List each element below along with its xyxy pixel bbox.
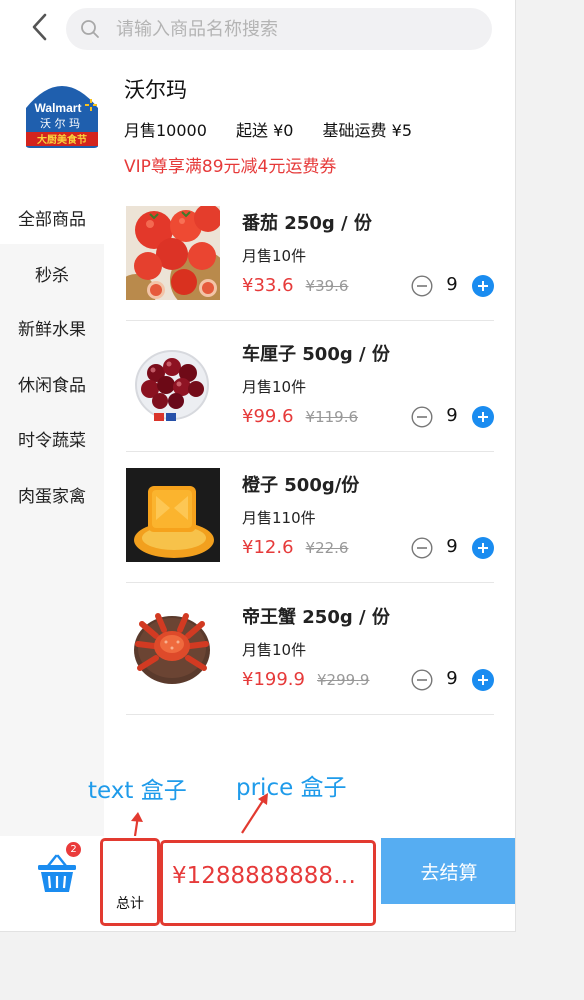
product-original-price: ¥299.9 [316, 671, 370, 689]
base-delivery-fee: 基础运费 ¥5 [322, 121, 412, 140]
search-bar[interactable] [66, 8, 492, 50]
product-item[interactable]: 车厘子 500g / 份 月售10件 ¥99.6 ¥119.6 9 [126, 321, 494, 452]
total-price-box: ¥1288888888888 [160, 840, 376, 926]
phone-screen: Walmart 沃 尔 玛 大厨美食节 沃尔玛 月售10000 起送 ¥0 基础… [0, 0, 516, 932]
decrease-quantity-button[interactable] [411, 275, 433, 297]
store-meta: 月售10000 起送 ¥0 基础运费 ¥5 [124, 117, 412, 141]
plus-circle-icon [472, 275, 494, 297]
minus-circle-icon [411, 275, 433, 297]
svg-text:沃 尔 玛: 沃 尔 玛 [40, 117, 80, 130]
total-price: ¥1288888888888 [172, 863, 362, 889]
orange-image [126, 468, 220, 562]
decrease-quantity-button[interactable] [411, 537, 433, 559]
plus-circle-icon [472, 406, 494, 428]
total-label: 总计 [116, 896, 144, 912]
product-item[interactable]: 帝王蟹 250g / 份 月售10件 ¥199.9 ¥299.9 9 [126, 584, 494, 715]
cart-count-badge: 2 [66, 842, 81, 857]
text-box-annotation: text 盒子 [88, 778, 187, 804]
minus-circle-icon [411, 537, 433, 559]
product-price: ¥199.9 [242, 669, 305, 690]
minus-circle-icon [411, 669, 433, 691]
category-flash-sale[interactable]: 秒杀 [0, 246, 104, 300]
cart-button[interactable] [36, 852, 82, 894]
product-name: 帝王蟹 250g / 份 [242, 607, 390, 628]
category-snacks[interactable]: 休闲食品 [0, 356, 104, 410]
increase-quantity-button[interactable] [472, 537, 494, 559]
product-original-price: ¥22.6 [305, 539, 349, 557]
back-button[interactable] [28, 12, 52, 42]
category-all[interactable]: 全部商品 [0, 190, 104, 244]
increase-quantity-button[interactable] [472, 275, 494, 297]
chevron-left-icon [32, 13, 47, 41]
decrease-quantity-button[interactable] [411, 669, 433, 691]
product-price: ¥12.6 [242, 537, 294, 558]
store-logo: Walmart 沃 尔 玛 大厨美食节 [24, 72, 100, 148]
category-meat-eggs-poultry[interactable]: 肉蛋家禽 [0, 467, 104, 521]
total-label-box: 总计 [100, 838, 160, 926]
checkout-button[interactable]: 去结算 [381, 838, 515, 904]
store-name: 沃尔玛 [124, 78, 187, 102]
product-quantity: 9 [446, 405, 458, 426]
product-sales: 月售10件 [242, 378, 307, 396]
monthly-sales: 月售10000 [124, 121, 207, 140]
product-original-price: ¥119.6 [305, 408, 359, 426]
min-delivery: 起送 ¥0 [236, 121, 294, 140]
search-input[interactable] [116, 8, 476, 50]
product-item[interactable]: 橙子 500g/份 月售110件 ¥12.6 ¥22.6 9 [126, 452, 494, 583]
product-sales: 月售10件 [242, 641, 307, 659]
vip-promo[interactable]: VIP尊享满89元减4元运费券 [124, 152, 336, 177]
plus-circle-icon [472, 537, 494, 559]
product-quantity: 9 [446, 536, 458, 557]
product-original-price: ¥39.6 [305, 277, 349, 295]
bottom-checkout-bar: 2 总计 ¥1288888888888 去结算 [0, 836, 515, 931]
product-sales: 月售110件 [242, 509, 316, 527]
product-price-row: ¥99.6 ¥119.6 [242, 406, 358, 427]
category-fresh-fruit[interactable]: 新鲜水果 [0, 300, 104, 354]
product-item[interactable]: 番茄 250g / 份 月售10件 ¥33.6 ¥39.6 9 [126, 190, 494, 321]
product-quantity: 9 [446, 274, 458, 295]
product-sales: 月售10件 [242, 247, 307, 265]
increase-quantity-button[interactable] [472, 669, 494, 691]
cherry-image [126, 337, 220, 431]
price-box-annotation: price 盒子 [236, 775, 347, 801]
product-name: 橙子 500g/份 [242, 475, 360, 496]
product-name: 车厘子 500g / 份 [242, 344, 390, 365]
decrease-quantity-button[interactable] [411, 406, 433, 428]
svg-text:大厨美食节: 大厨美食节 [37, 133, 87, 146]
category-sidebar: 全部商品 秒杀 新鲜水果 休闲食品 时令蔬菜 肉蛋家禽 [0, 190, 104, 836]
search-icon [81, 20, 99, 38]
increase-quantity-button[interactable] [472, 406, 494, 428]
king-crab-image [126, 600, 220, 694]
product-name: 番茄 250g / 份 [242, 213, 372, 234]
category-vegetables[interactable]: 时令蔬菜 [0, 411, 104, 465]
svg-text:Walmart: Walmart [35, 101, 82, 115]
product-price: ¥33.6 [242, 275, 294, 296]
tomato-image [126, 206, 220, 300]
product-price-row: ¥12.6 ¥22.6 [242, 537, 348, 558]
product-price: ¥99.6 [242, 406, 294, 427]
shopping-basket-icon [38, 854, 76, 892]
product-price-row: ¥33.6 ¥39.6 [242, 275, 348, 296]
plus-circle-icon [472, 669, 494, 691]
product-quantity: 9 [446, 668, 458, 689]
minus-circle-icon [411, 406, 433, 428]
product-price-row: ¥199.9 ¥299.9 [242, 669, 369, 690]
